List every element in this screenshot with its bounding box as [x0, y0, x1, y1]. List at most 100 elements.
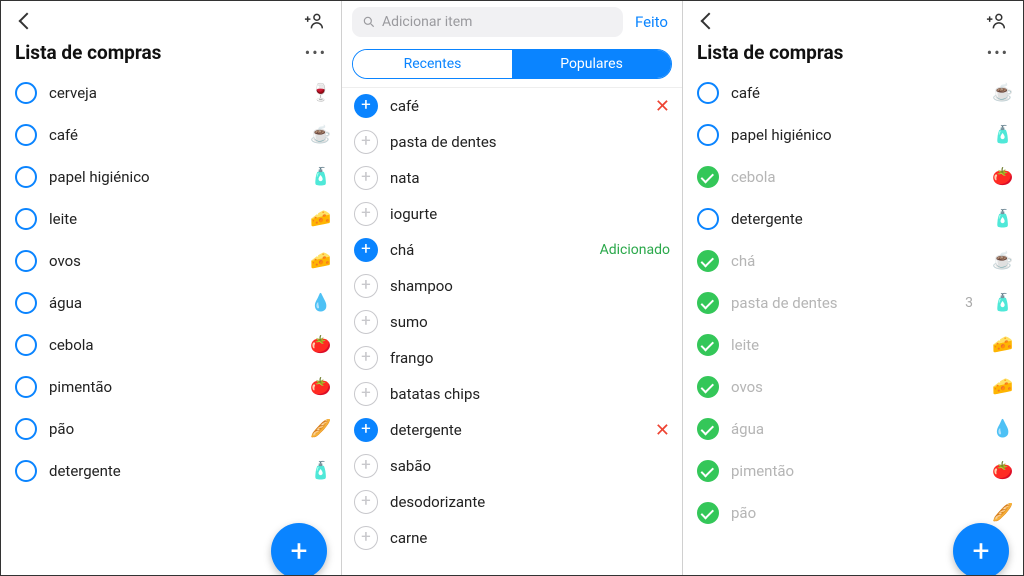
checkbox[interactable] — [697, 502, 719, 524]
add-suggestion-button[interactable]: + — [354, 274, 378, 298]
checkbox[interactable] — [15, 292, 37, 314]
more-menu[interactable]: ••• — [987, 43, 1009, 62]
add-person-icon — [304, 10, 326, 32]
list-item[interactable]: leite🧀 — [697, 324, 1015, 366]
back-button[interactable] — [695, 7, 723, 35]
checkbox[interactable] — [15, 250, 37, 272]
item-icon: 🍅 — [309, 335, 333, 355]
list-item[interactable]: papel higiénico🧴 — [15, 156, 333, 198]
suggestion-row[interactable]: + iogurte — [342, 196, 682, 232]
suggestion-row[interactable]: +cháAdicionado — [342, 232, 682, 268]
suggestion-row[interactable]: + café ✕ — [342, 88, 682, 124]
item-icon: 🍅 — [309, 377, 333, 397]
remove-icon[interactable]: ✕ — [655, 96, 670, 117]
list-item[interactable]: ovos🧀 — [15, 240, 333, 282]
list-item[interactable]: cebola 🍅 — [15, 324, 333, 366]
item-icon: ☕ — [991, 83, 1015, 103]
checkbox[interactable] — [15, 418, 37, 440]
checkbox[interactable] — [697, 334, 719, 356]
checkbox[interactable] — [15, 460, 37, 482]
checkbox[interactable] — [697, 82, 719, 104]
suggestion-row[interactable]: +frango — [342, 340, 682, 376]
checkbox[interactable] — [697, 460, 719, 482]
item-qty: 3 — [965, 295, 973, 311]
checkbox[interactable] — [15, 124, 37, 146]
suggestion-row[interactable]: +sabão — [342, 448, 682, 484]
done-button[interactable]: Feito — [631, 13, 672, 31]
list-item[interactable]: pão🥖 — [15, 408, 333, 450]
list-item[interactable]: água💧 — [15, 282, 333, 324]
more-menu[interactable]: ••• — [305, 43, 327, 62]
add-suggestion-button[interactable]: + — [354, 238, 378, 262]
tab-recent[interactable]: Recentes — [353, 50, 512, 78]
add-suggestion-button[interactable]: + — [354, 130, 378, 154]
suggestion-row[interactable]: +batatas chips — [342, 376, 682, 412]
checkbox[interactable] — [697, 124, 719, 146]
checkbox[interactable] — [15, 166, 37, 188]
checkbox[interactable] — [15, 208, 37, 230]
item-label: pimentão — [731, 462, 979, 480]
item-icon: 🧀 — [309, 251, 333, 271]
checkbox[interactable] — [15, 334, 37, 356]
search-input[interactable]: Adicionar item — [352, 7, 623, 37]
list-item[interactable]: café☕ — [15, 114, 333, 156]
add-suggestion-button[interactable]: + — [354, 166, 378, 190]
list-item[interactable]: detergente🧴 — [697, 198, 1015, 240]
suggestion-row[interactable]: +detergente✕ — [342, 412, 682, 448]
segmented-control: Recentes Populares — [352, 49, 672, 79]
add-suggestion-button[interactable]: + — [354, 202, 378, 226]
list-item[interactable]: detergente🧴 — [15, 450, 333, 492]
list-title: Lista de compras — [15, 41, 161, 64]
checkbox[interactable] — [697, 292, 719, 314]
list-item[interactable]: cebola🍅 — [697, 156, 1015, 198]
suggestion-label: café — [390, 97, 643, 115]
checkbox[interactable] — [15, 82, 37, 104]
add-suggestion-button[interactable]: + — [354, 382, 378, 406]
add-suggestion-button[interactable]: + — [354, 418, 378, 442]
tab-popular[interactable]: Populares — [512, 50, 671, 78]
suggestion-row[interactable]: +shampoo — [342, 268, 682, 304]
item-icon: 🧴 — [991, 125, 1015, 145]
suggestion-row[interactable]: +pasta de dentes — [342, 124, 682, 160]
remove-icon[interactable]: ✕ — [655, 420, 670, 441]
list-item[interactable]: pasta de dentes3🧴 — [697, 282, 1015, 324]
checkbox[interactable] — [15, 376, 37, 398]
checkbox[interactable] — [697, 250, 719, 272]
add-suggestion-button[interactable]: + — [354, 94, 378, 118]
back-button[interactable] — [13, 7, 41, 35]
add-suggestion-button[interactable]: + — [354, 310, 378, 334]
item-icon: ☕ — [309, 125, 333, 145]
checkbox[interactable] — [697, 166, 719, 188]
add-suggestion-button[interactable]: + — [354, 346, 378, 370]
list-item[interactable]: papel higiénico🧴 — [697, 114, 1015, 156]
list-item[interactable]: pimentão🍅 — [15, 366, 333, 408]
add-suggestion-button[interactable]: + — [354, 526, 378, 550]
item-icon: 🥖 — [309, 419, 333, 439]
suggestion-label: iogurte — [390, 205, 670, 223]
checkbox[interactable] — [697, 208, 719, 230]
list-item[interactable]: leite🧀 — [15, 198, 333, 240]
item-label: cerveja — [49, 84, 297, 102]
search-icon — [362, 15, 376, 29]
add-suggestion-button[interactable]: + — [354, 454, 378, 478]
checkbox[interactable] — [697, 376, 719, 398]
list-item[interactable]: pimentão🍅 — [697, 450, 1015, 492]
add-person-button[interactable] — [301, 7, 329, 35]
add-item-fab[interactable]: + — [271, 523, 327, 575]
list-title: Lista de compras — [697, 41, 843, 64]
suggestion-row[interactable]: +nata — [342, 160, 682, 196]
add-person-button[interactable] — [983, 7, 1011, 35]
item-label: cebola — [49, 336, 297, 354]
item-icon: 🧴 — [309, 461, 333, 481]
list-item[interactable]: café☕ — [697, 72, 1015, 114]
list-item[interactable]: água💧 — [697, 408, 1015, 450]
list-item[interactable]: chá☕ — [697, 240, 1015, 282]
list-item[interactable]: cerveja🍷 — [15, 72, 333, 114]
suggestion-row[interactable]: +sumo — [342, 304, 682, 340]
suggestion-row[interactable]: +desodorizante — [342, 484, 682, 520]
suggestion-row[interactable]: +carne — [342, 520, 682, 556]
list-item[interactable]: ovos🧀 — [697, 366, 1015, 408]
add-suggestion-button[interactable]: + — [354, 490, 378, 514]
checkbox[interactable] — [697, 418, 719, 440]
add-item-fab[interactable]: + — [953, 523, 1009, 575]
